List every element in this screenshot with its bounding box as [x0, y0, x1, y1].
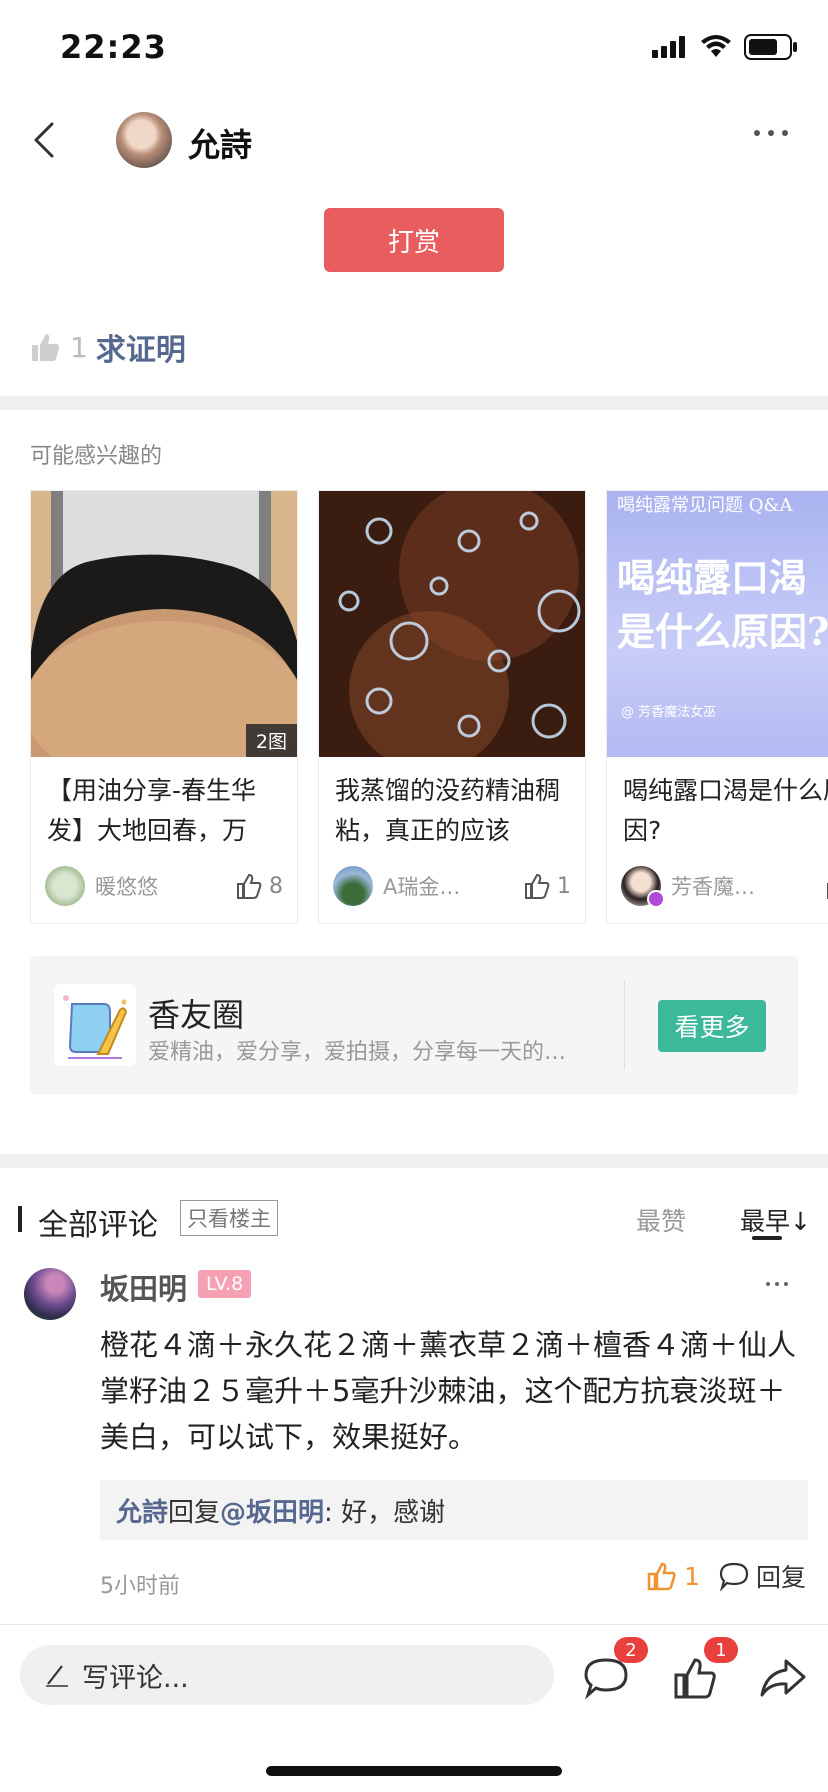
circle-promo[interactable]: 香友圈 爱精油，爱分享，爱拍摄，分享每一天的… 看更多: [30, 956, 798, 1094]
thumb-up-icon: [237, 873, 262, 899]
recommend-label: 可能感兴趣的: [30, 444, 163, 469]
bottom-toolbar: 写评论... 2 1: [0, 1625, 828, 1745]
like-count-badge: 1: [704, 1637, 738, 1663]
share-arrow-icon: [760, 1659, 806, 1697]
write-comment-placeholder: 写评论...: [82, 1662, 189, 1694]
level-badge: LV.8: [198, 1270, 252, 1298]
post-title: 求证明: [95, 333, 186, 368]
user-avatar: [621, 866, 665, 908]
comment-actions: 1 回复: [646, 1558, 806, 1594]
see-more-button[interactable]: 看更多: [658, 1000, 766, 1052]
card-title: 喝纯露口渴是什么原因?: [623, 776, 828, 845]
thumb-up-icon: [525, 873, 550, 899]
reply-word: 回复: [168, 1497, 221, 1528]
thumb-footer: @ 芳香魔法女巫: [621, 705, 717, 720]
nav-bar: 允詩: [0, 100, 828, 180]
reply-target[interactable]: @坂田明: [220, 1492, 324, 1529]
comments-title: 全部评论: [38, 1208, 158, 1243]
card-thumbnail: 2图: [31, 491, 297, 757]
circle-name: 香友圈: [148, 996, 245, 1034]
card-user: A瑞金…: [383, 875, 461, 899]
post-like-row: 1 求证明: [30, 322, 186, 372]
signal-icon: [652, 36, 685, 58]
comment-like-count: 1: [684, 1561, 700, 1591]
verified-badge-icon: [647, 890, 665, 908]
card-user: 暖悠悠: [95, 875, 158, 899]
reply-preview[interactable]: 允詩 回复 @坂田明 : 好，感谢: [100, 1480, 808, 1540]
recommend-cards: 2图 【用油分享-春生华发】大地回春，万 暖悠悠 8 我蒸馏的没药精油稠粘，真正…: [30, 490, 828, 924]
card-likes[interactable]: 8: [235, 872, 283, 900]
thumb-up-icon[interactable]: [30, 331, 62, 363]
image-count-badge: 2图: [245, 724, 297, 757]
home-indicator: [266, 1766, 562, 1776]
status-time: 22:23: [60, 28, 167, 66]
section-divider: [0, 1154, 828, 1168]
section-marker: [18, 1206, 22, 1232]
circle-divider: [624, 980, 625, 1070]
post-like-count: 1: [70, 330, 88, 364]
status-bar: 22:23: [0, 0, 828, 100]
user-avatar: [333, 866, 373, 906]
section-divider: [0, 396, 828, 410]
write-comment-input[interactable]: 写评论...: [20, 1645, 554, 1705]
thumb-up-icon[interactable]: [646, 1560, 678, 1592]
share-button[interactable]: [758, 1655, 808, 1705]
recommend-card[interactable]: 我蒸馏的没药精油稠粘，真正的应该 A瑞金… 1: [318, 490, 586, 924]
author-name[interactable]: 允詩: [188, 120, 252, 166]
card-title: 【用油分享-春生华发】大地回春，万: [47, 776, 257, 845]
comment-count-badge: 2: [614, 1637, 648, 1663]
comment-count-button[interactable]: 2: [582, 1637, 648, 1705]
comment-text: 橙花４滴＋永久花２滴＋薰衣草２滴＋檀香４滴＋仙人掌籽油２５毫升＋5毫升沙棘油，这…: [100, 1328, 797, 1454]
card-thumbnail: 喝纯露常见问题 Q&A 喝纯露口渴 是什么原因? @ 芳香魔法女巫: [607, 491, 828, 757]
recommend-card[interactable]: 喝纯露常见问题 Q&A 喝纯露口渴 是什么原因? @ 芳香魔法女巫 喝纯露口渴是…: [606, 490, 828, 924]
tip-button[interactable]: 打赏: [324, 208, 504, 272]
pencil-icon: [46, 1665, 68, 1687]
like-count-button[interactable]: 1: [672, 1637, 738, 1705]
wifi-icon: [701, 35, 731, 57]
card-likes[interactable]: 1: [523, 872, 571, 900]
battery-icon: [744, 34, 797, 60]
card-meta: 暖悠悠 8: [45, 865, 283, 907]
card-like-count: 1: [557, 873, 571, 899]
reply-button[interactable]: 回复: [756, 1558, 806, 1594]
user-avatar: [45, 866, 85, 906]
commenter-name[interactable]: 坂田明: [100, 1266, 187, 1308]
commenter-avatar[interactable]: [24, 1268, 76, 1320]
status-icons: [652, 34, 798, 60]
card-title: 我蒸馏的没药精油稠粘，真正的应该: [335, 776, 561, 845]
comment-bubble-icon[interactable]: [718, 1561, 750, 1591]
active-tab-indicator: [752, 1236, 782, 1240]
comment-more-icon[interactable]: [766, 1282, 788, 1286]
card-meta: A瑞金… 1: [333, 865, 571, 907]
card-meta: 芳香魔…: [621, 865, 828, 908]
sort-earliest-tab[interactable]: 最早↓: [740, 1202, 811, 1238]
card-thumbnail: [319, 491, 585, 757]
only-owner-button[interactable]: 只看楼主: [180, 1200, 278, 1236]
circle-logo: [54, 984, 136, 1066]
author-avatar[interactable]: [116, 112, 172, 168]
card-like-count: 8: [269, 873, 283, 899]
comments-header: 全部评论 只看楼主 最赞 最早↓: [0, 1192, 828, 1252]
card-user: 芳香魔…: [671, 875, 755, 899]
thumb-title: 喝纯露口渴 是什么原因?: [617, 555, 828, 654]
reply-author[interactable]: 允詩: [116, 1492, 168, 1529]
circle-desc: 爱精油，爱分享，爱拍摄，分享每一天的…: [148, 1040, 567, 1065]
reply-text: : 好，感谢: [324, 1497, 446, 1528]
sort-most-liked-tab[interactable]: 最赞: [636, 1202, 686, 1238]
recommend-card[interactable]: 2图 【用油分享-春生华发】大地回春，万 暖悠悠 8: [30, 490, 298, 924]
back-icon[interactable]: [28, 118, 68, 162]
thumb-header: 喝纯露常见问题 Q&A: [617, 495, 793, 516]
more-icon[interactable]: [754, 130, 788, 136]
comment-time: 5小时前: [100, 1574, 180, 1599]
